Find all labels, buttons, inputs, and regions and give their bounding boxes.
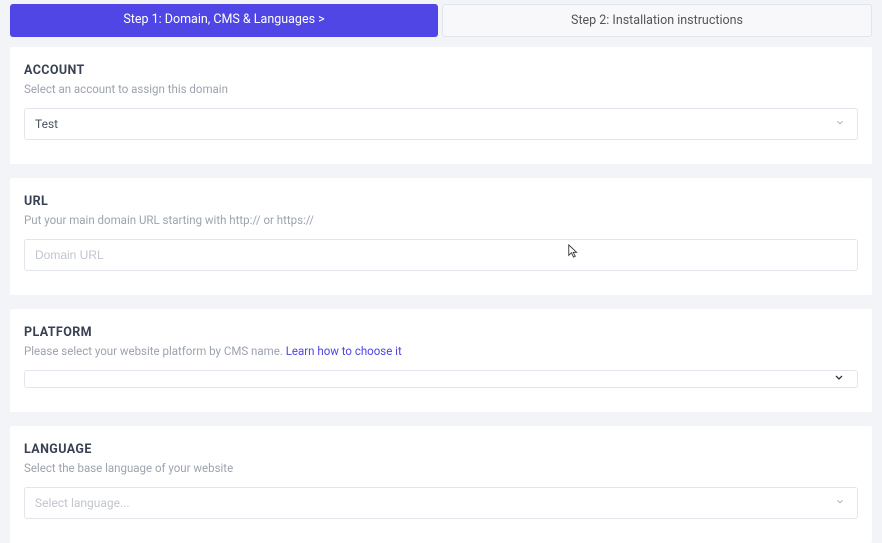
chevron-down-icon — [835, 118, 845, 131]
chevron-down-icon — [835, 497, 845, 510]
tab-step2[interactable]: Step 2: Installation instructions — [442, 4, 872, 37]
language-title: LANGUAGE — [24, 442, 858, 457]
chevron-down-icon — [833, 372, 845, 387]
platform-desc-text: Please select your website platform by C… — [24, 344, 286, 358]
account-title: ACCOUNT — [24, 63, 858, 78]
platform-learn-link[interactable]: Learn how to choose it — [286, 344, 402, 358]
account-select[interactable]: Test — [24, 108, 858, 140]
platform-title: PLATFORM — [24, 325, 858, 340]
tab-step1[interactable]: Step 1: Domain, CMS & Languages > — [10, 4, 438, 37]
language-card: LANGUAGE Select the base language of you… — [10, 426, 872, 543]
platform-desc: Please select your website platform by C… — [24, 344, 858, 358]
platform-select[interactable] — [24, 370, 858, 388]
language-select-value: Select language... — [35, 496, 130, 510]
language-select[interactable]: Select language... — [24, 487, 858, 519]
platform-card: PLATFORM Please select your website plat… — [10, 309, 872, 412]
url-input[interactable] — [24, 239, 858, 271]
account-card: ACCOUNT Select an account to assign this… — [10, 47, 872, 164]
url-title: URL — [24, 194, 858, 209]
account-select-value: Test — [35, 117, 58, 131]
step-tabs: Step 1: Domain, CMS & Languages > Step 2… — [0, 0, 882, 37]
account-desc: Select an account to assign this domain — [24, 82, 858, 96]
url-desc: Put your main domain URL starting with h… — [24, 213, 858, 227]
language-desc: Select the base language of your website — [24, 461, 858, 475]
url-card: URL Put your main domain URL starting wi… — [10, 178, 872, 295]
